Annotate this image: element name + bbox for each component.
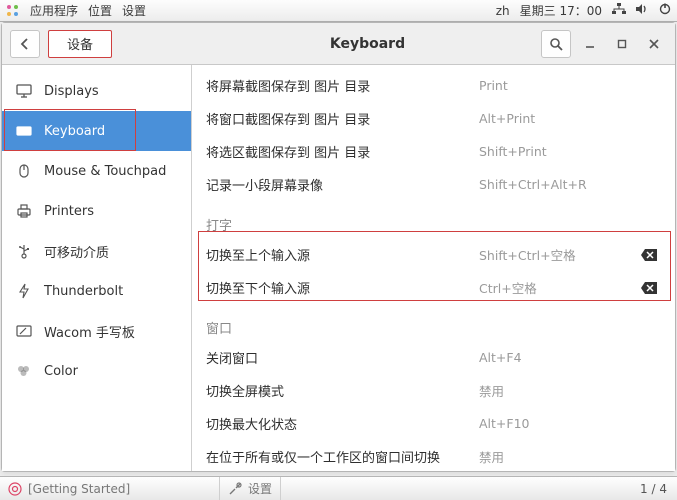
shortcut-label: 将窗口截图保存到 图片 目录: [206, 109, 479, 128]
menu-places[interactable]: 位置: [88, 2, 112, 19]
color-icon: [16, 363, 32, 379]
network-icon[interactable]: [612, 3, 626, 18]
shortcut-label: 切换最大化状态: [206, 414, 479, 433]
window-close-button[interactable]: [641, 31, 667, 57]
lifebuoy-icon: [8, 482, 22, 496]
sidebar-item-label: 可移动介质: [44, 242, 109, 261]
sidebar: Displays Keyboard Mouse & Touchpad Print…: [2, 65, 192, 471]
shortcut-keys: Shift+Print: [479, 144, 639, 159]
shortcut-label: 关闭窗口: [206, 348, 479, 367]
shortcut-row[interactable]: 将屏幕截图保存到 图片 目录 Print: [192, 69, 675, 102]
titlebar: 设备 Keyboard: [2, 23, 675, 65]
clear-shortcut-button[interactable]: [639, 282, 657, 294]
sidebar-item-wacom[interactable]: Wacom 手写板: [2, 311, 191, 351]
shortcut-row[interactable]: 将选区截图保存到 图片 目录 Shift+Print: [192, 135, 675, 168]
shortcut-keys: 禁用: [479, 381, 639, 400]
shortcut-row[interactable]: 切换至上个输入源 Shift+Ctrl+空格: [192, 238, 675, 271]
sidebar-item-label: Color: [44, 364, 78, 379]
shortcut-keys: Ctrl+空格: [479, 278, 639, 297]
shortcut-label: 切换至下个输入源: [206, 278, 479, 297]
shortcut-keys: Alt+F10: [479, 416, 639, 431]
display-icon: [16, 83, 32, 99]
sidebar-item-color[interactable]: Color: [2, 351, 191, 391]
window-minimize-button[interactable]: [577, 31, 603, 57]
workspace-indicator[interactable]: 1 / 4: [630, 482, 677, 496]
shortcut-label: 切换至上个输入源: [206, 245, 479, 264]
menu-settings[interactable]: 设置: [122, 2, 146, 19]
printer-icon: [16, 203, 32, 219]
taskbar-item-help[interactable]: [Getting Started]: [0, 477, 220, 500]
sidebar-item-keyboard[interactable]: Keyboard: [2, 111, 191, 151]
category-label: 设备: [67, 34, 93, 53]
shortcut-keys: Shift+Ctrl+Alt+R: [479, 177, 639, 192]
shortcut-row[interactable]: 切换最大化状态 Alt+F10: [192, 407, 675, 440]
shortcut-row[interactable]: 将窗口截图保存到 图片 目录 Alt+Print: [192, 102, 675, 135]
shortcut-keys: Shift+Ctrl+空格: [479, 245, 639, 264]
search-button[interactable]: [541, 30, 571, 58]
shortcut-list[interactable]: 将屏幕截图保存到 图片 目录 Print 将窗口截图保存到 图片 目录 Alt+…: [192, 65, 675, 471]
clear-shortcut-button[interactable]: [639, 249, 657, 261]
taskbar: [Getting Started] 设置 1 / 4: [0, 476, 677, 500]
tablet-icon: [16, 323, 32, 339]
section-typing: 打字: [192, 201, 675, 238]
shortcut-label: 记录一小段屏幕录像: [206, 175, 479, 194]
page-title: Keyboard: [200, 36, 535, 52]
sidebar-item-label: Mouse & Touchpad: [44, 164, 166, 179]
shortcut-keys: Alt+F4: [479, 350, 639, 365]
bolt-icon: [16, 283, 32, 299]
shortcut-row[interactable]: 切换至下个输入源 Ctrl+空格: [192, 271, 675, 304]
shortcut-row[interactable]: 在位于所有或仅一个工作区的窗口间切换 禁用: [192, 440, 675, 471]
sidebar-item-label: Displays: [44, 84, 99, 99]
shortcut-keys: 禁用: [479, 447, 639, 466]
shortcut-row[interactable]: 记录一小段屏幕录像 Shift+Ctrl+Alt+R: [192, 168, 675, 201]
settings-window: 设备 Keyboard Displays Keyboard: [1, 22, 676, 472]
sidebar-item-removable[interactable]: 可移动介质: [2, 231, 191, 271]
usb-icon: [16, 243, 32, 259]
taskbar-label: [Getting Started]: [28, 482, 130, 496]
gnome-menubar: 应用程序 位置 设置 zh 星期三 17：00: [0, 0, 677, 22]
mouse-icon: [16, 163, 32, 179]
shortcut-label: 在位于所有或仅一个工作区的窗口间切换: [206, 447, 479, 466]
input-method-indicator[interactable]: zh: [496, 4, 510, 18]
power-icon[interactable]: [659, 3, 671, 18]
tools-icon: [228, 482, 242, 496]
menu-applications[interactable]: 应用程序: [30, 2, 78, 19]
back-button[interactable]: [10, 30, 40, 58]
shortcut-label: 切换全屏模式: [206, 381, 479, 400]
shortcut-label: 将屏幕截图保存到 图片 目录: [206, 76, 479, 95]
shortcut-row[interactable]: 切换全屏模式 禁用: [192, 374, 675, 407]
taskbar-label: 设置: [248, 480, 272, 497]
sidebar-item-label: Keyboard: [44, 124, 105, 139]
sidebar-item-label: Wacom 手写板: [44, 322, 135, 341]
clock[interactable]: 星期三 17：00: [520, 2, 602, 19]
sidebar-item-thunderbolt[interactable]: Thunderbolt: [2, 271, 191, 311]
sidebar-item-mouse[interactable]: Mouse & Touchpad: [2, 151, 191, 191]
keyboard-icon: [16, 123, 32, 139]
backspace-icon: [641, 249, 657, 261]
shortcut-keys: Alt+Print: [479, 111, 639, 126]
category-chip: 设备: [48, 30, 112, 58]
shortcut-label: 将选区截图保存到 图片 目录: [206, 142, 479, 161]
activities-icon[interactable]: [6, 4, 20, 18]
volume-icon[interactable]: [636, 3, 649, 18]
window-maximize-button[interactable]: [609, 31, 635, 57]
sidebar-item-label: Printers: [44, 204, 94, 219]
shortcut-row[interactable]: 关闭窗口 Alt+F4: [192, 341, 675, 374]
backspace-icon: [641, 282, 657, 294]
sidebar-item-printers[interactable]: Printers: [2, 191, 191, 231]
taskbar-item-settings[interactable]: 设置: [220, 477, 281, 500]
sidebar-item-label: Thunderbolt: [44, 284, 123, 299]
section-windows: 窗口: [192, 304, 675, 341]
shortcut-keys: Print: [479, 78, 639, 93]
sidebar-item-displays[interactable]: Displays: [2, 71, 191, 111]
